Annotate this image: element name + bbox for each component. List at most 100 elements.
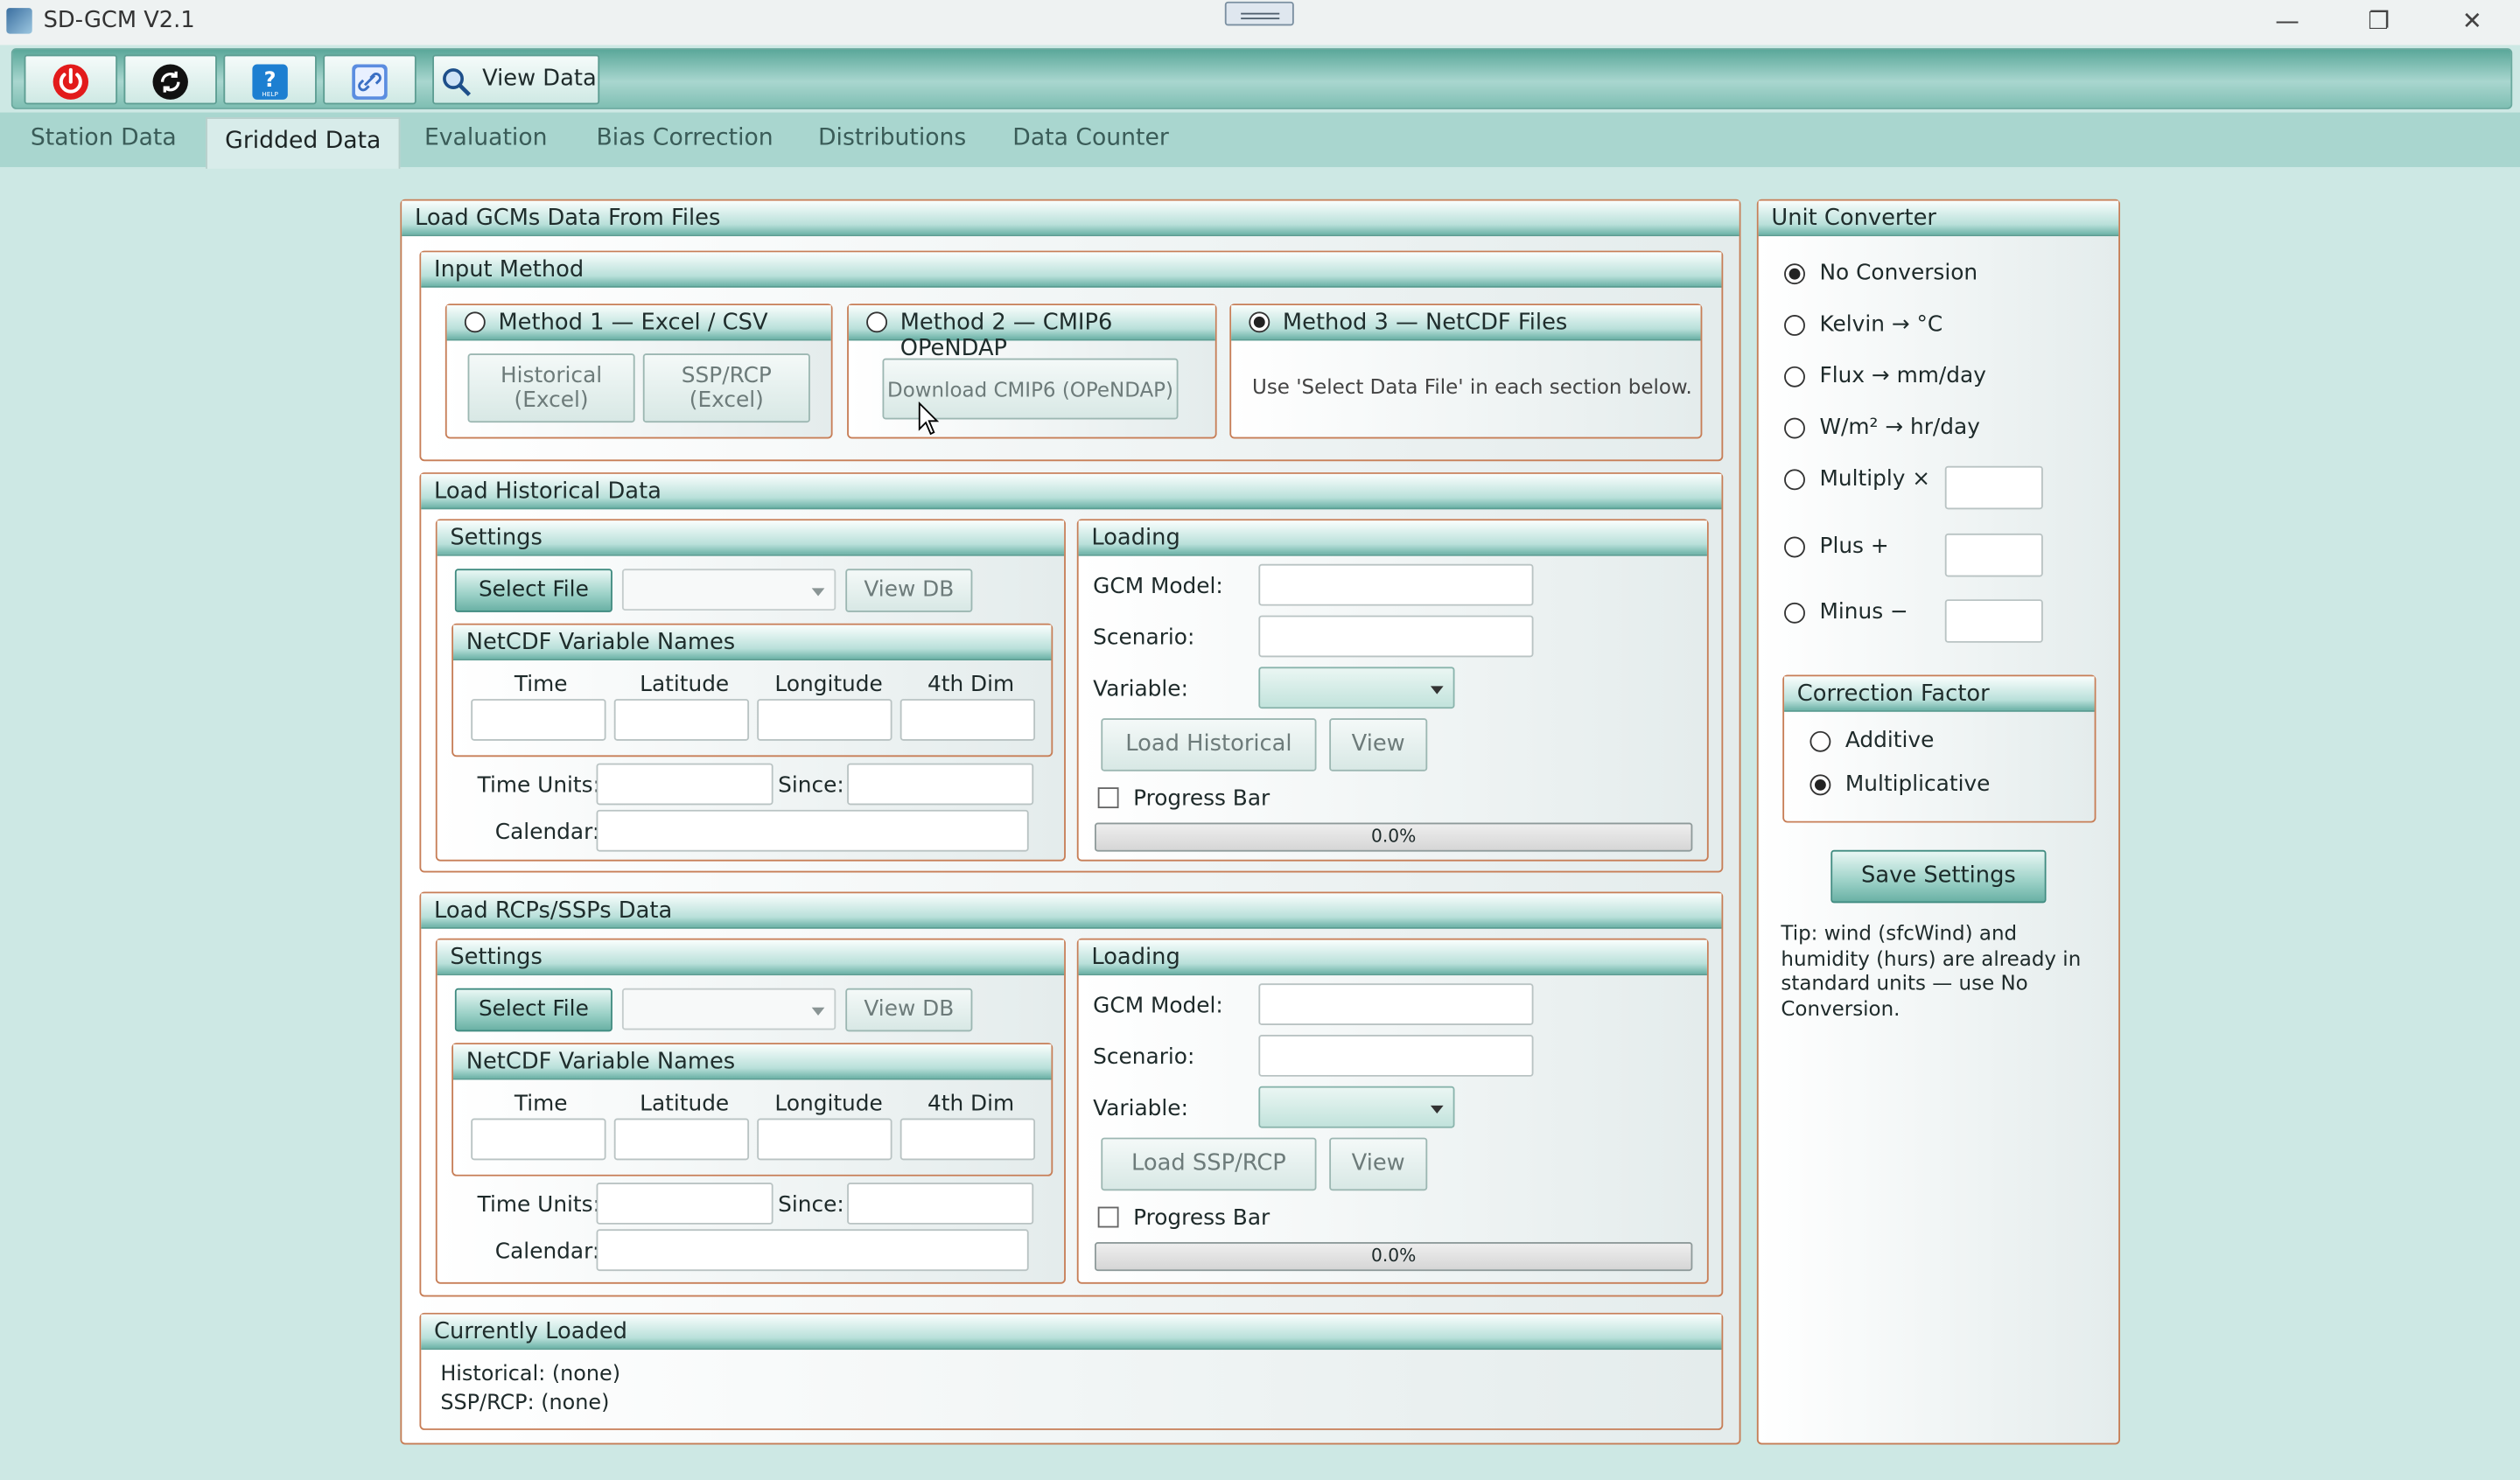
correction-factor-title: Correction Factor [1784, 676, 2095, 712]
minimize-button[interactable]: — [2247, 0, 2328, 45]
scenario-label: Scenario: [1093, 625, 1195, 651]
ssp-select-file-button[interactable]: Select File [454, 988, 612, 1032]
historical-excel-button[interactable]: Historical (Excel) [467, 353, 635, 423]
historical-progress-label: Progress Bar [1133, 785, 1270, 812]
time-var-input[interactable] [471, 699, 606, 741]
wm2-label: W/m² → hr/day [1819, 414, 1980, 441]
historical-view-db-button[interactable]: View DB [845, 569, 973, 612]
ssp-view-button[interactable]: View [1329, 1137, 1428, 1191]
maximize-button[interactable]: ❐ [2339, 0, 2419, 45]
method3-hint: Use 'Select Data File' in each section b… [1252, 374, 1692, 399]
tab-data-counter[interactable]: Data Counter [1012, 125, 1169, 150]
refresh-button[interactable] [123, 54, 217, 105]
mouse-cursor-icon [918, 401, 940, 436]
ssp-excel-button[interactable]: SSP/RCP (Excel) [642, 353, 810, 423]
load-ssp-button[interactable]: Load SSP/RCP [1101, 1137, 1317, 1191]
ssp-time-units-label: Time Units: [477, 1192, 600, 1218]
help-icon: ? HELP [251, 63, 290, 101]
ssp-col-time: Time [514, 1091, 568, 1117]
minus-radio[interactable] [1784, 602, 1805, 624]
ssp-group: Load RCPs/SSPs Data Settings Select File… [419, 891, 1724, 1297]
ssp-col-latitude: Latitude [640, 1091, 730, 1117]
wm2-radio[interactable] [1784, 417, 1805, 439]
multiply-input[interactable] [1944, 465, 2043, 510]
ssp-file-combo[interactable] [621, 988, 836, 1030]
tab-bar: Station Data Gridded Data Evaluation Bia… [0, 112, 2520, 169]
plus-label: Plus + [1819, 533, 1889, 560]
close-button[interactable]: ✕ [2432, 0, 2512, 45]
loaded-ssp-text: SSP/RCP: (none) [440, 1391, 610, 1416]
longitude-var-input[interactable] [757, 699, 892, 741]
scenario-input[interactable] [1258, 615, 1534, 658]
ssp-scenario-input[interactable] [1258, 1035, 1534, 1077]
flux-radio[interactable] [1784, 366, 1805, 387]
power-button[interactable] [24, 54, 118, 105]
app-window: SD-GCM V2.1 — ❐ ✕ ? HELP View Data Stati… [0, 0, 2520, 1480]
historical-file-combo[interactable] [621, 569, 836, 611]
method1-group: Method 1 — Excel / CSV Historical (Excel… [444, 304, 833, 439]
gcm-model-label: GCM Model: [1093, 573, 1223, 600]
ssp-variable-label: Variable: [1093, 1095, 1188, 1122]
link-button[interactable] [323, 54, 416, 105]
since-input[interactable] [847, 763, 1034, 806]
power-icon [52, 63, 90, 101]
svg-text:?: ? [264, 67, 276, 92]
plus-input[interactable] [1944, 533, 2043, 577]
ssp-variable-combo[interactable] [1258, 1086, 1455, 1128]
ssp-progress-checkbox[interactable] [1097, 1206, 1119, 1228]
historical-loading-title: Loading [1078, 520, 1707, 556]
save-settings-button[interactable]: Save Settings [1830, 849, 2047, 904]
latitude-var-input[interactable] [613, 699, 750, 741]
time-units-label: Time Units: [477, 772, 600, 799]
no-conversion-label: No Conversion [1819, 260, 1978, 286]
method1-radio[interactable] [464, 311, 486, 333]
multiplicative-radio[interactable] [1810, 774, 1831, 796]
historical-progress-checkbox[interactable] [1097, 787, 1119, 809]
no-conversion-radio[interactable] [1784, 263, 1805, 285]
input-method-title: Input Method [421, 252, 1722, 288]
ssp-4th-dim-var-input[interactable] [900, 1118, 1036, 1161]
load-historical-button[interactable]: Load Historical [1101, 718, 1317, 771]
load-gcm-panel: Load GCMs Data From Files Input Method M… [400, 199, 1741, 1445]
calendar-input[interactable] [596, 809, 1029, 852]
4th-dim-var-input[interactable] [900, 699, 1036, 741]
historical-select-file-button[interactable]: Select File [454, 569, 612, 612]
multiply-radio[interactable] [1784, 469, 1805, 491]
snap-handle[interactable] [1224, 1, 1294, 26]
variable-combo[interactable] [1258, 667, 1455, 709]
ssp-time-units-input[interactable] [596, 1183, 774, 1225]
correction-factor-group: Correction Factor Additive Multiplicativ… [1782, 674, 2096, 823]
method3-radio[interactable] [1249, 311, 1270, 333]
ssp-col-longitude: Longitude [774, 1091, 883, 1117]
method2-radio[interactable] [866, 311, 888, 333]
unit-converter-title: Unit Converter [1758, 200, 2119, 237]
additive-radio[interactable] [1810, 730, 1831, 752]
time-units-input[interactable] [596, 763, 774, 806]
kelvin-radio[interactable] [1784, 315, 1805, 336]
minus-input[interactable] [1944, 599, 2043, 643]
tab-distributions[interactable]: Distributions [818, 125, 966, 150]
ssp-latitude-var-input[interactable] [613, 1118, 750, 1161]
ssp-settings-title: Settings [437, 939, 1065, 976]
tab-station-data[interactable]: Station Data [31, 125, 177, 150]
view-data-button[interactable]: View Data [432, 54, 600, 105]
ssp-gcm-model-input[interactable] [1258, 983, 1534, 1026]
historical-progress-bar: 0.0% [1094, 822, 1693, 852]
ssp-longitude-var-input[interactable] [757, 1118, 892, 1161]
link-icon [350, 63, 388, 101]
unit-converter-panel: Unit Converter No Conversion Kelvin → °C… [1756, 199, 2121, 1445]
plus-radio[interactable] [1784, 536, 1805, 558]
tab-evaluation[interactable]: Evaluation [424, 125, 548, 150]
tab-gridded-data[interactable]: Gridded Data [206, 117, 401, 169]
help-button[interactable]: ? HELP [223, 54, 317, 105]
kelvin-label: Kelvin → °C [1819, 311, 1943, 338]
gcm-model-input[interactable] [1258, 563, 1534, 606]
load-gcm-title: Load GCMs Data From Files [402, 200, 1740, 237]
ssp-since-input[interactable] [847, 1183, 1034, 1225]
method2-group: Method 2 — CMIP6 OPeNDAP Download CMIP6 … [847, 304, 1217, 439]
tab-bias-correction[interactable]: Bias Correction [597, 125, 774, 150]
ssp-view-db-button[interactable]: View DB [845, 988, 973, 1032]
historical-view-button[interactable]: View [1329, 718, 1428, 771]
ssp-time-var-input[interactable] [471, 1118, 606, 1161]
ssp-calendar-input[interactable] [596, 1229, 1029, 1272]
